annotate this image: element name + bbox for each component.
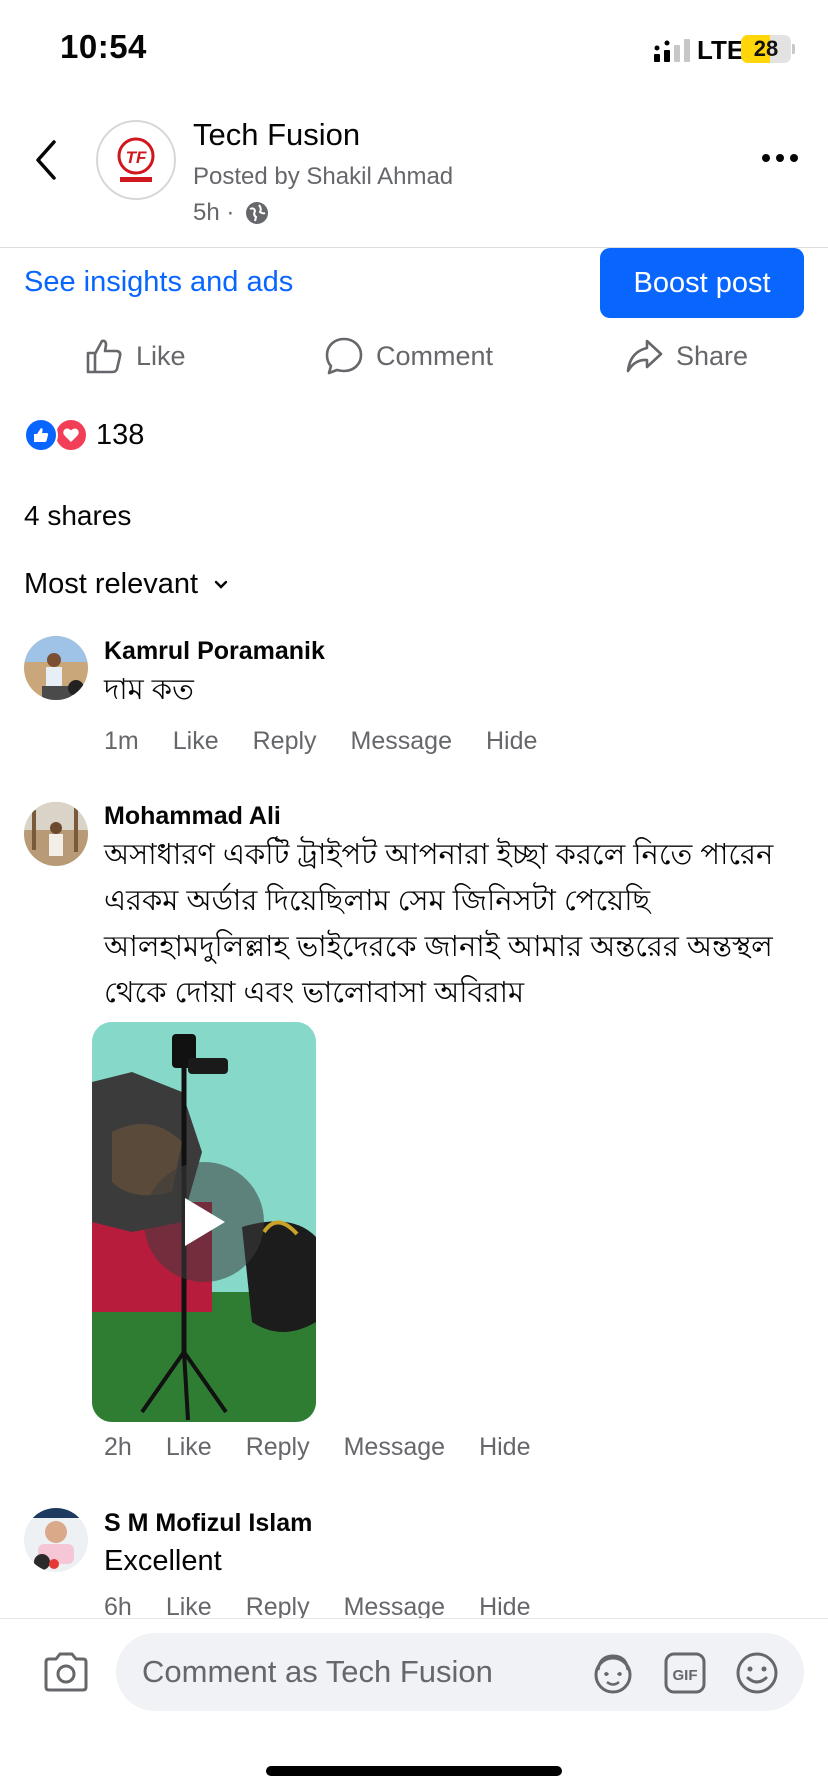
see-insights-link[interactable]: See insights and ads (24, 266, 293, 299)
avatar[interactable] (24, 1508, 88, 1572)
svg-text:TF: TF (126, 148, 147, 167)
sort-label: Most relevant (24, 568, 199, 600)
sort-dropdown[interactable]: Most relevant (24, 568, 228, 601)
comment-label: Comment (376, 340, 494, 371)
camera-icon[interactable] (42, 1650, 90, 1694)
globe-icon (246, 202, 268, 224)
comment-reply-button[interactable]: Reply (246, 1433, 310, 1462)
status-time: 10:54 (60, 28, 147, 65)
user-photo-icon (24, 802, 88, 866)
avatar[interactable] (24, 802, 88, 866)
thumbs-up-icon (86, 339, 122, 374)
share-label: Share (676, 340, 749, 371)
love-reaction-icon (54, 418, 88, 452)
comment-text: Excellent (104, 1545, 222, 1577)
like-button[interactable]: Like (84, 334, 186, 378)
more-icon[interactable] (760, 150, 800, 166)
battery-icon: 28 (741, 35, 791, 63)
avatar[interactable] (24, 636, 88, 700)
like-reaction-icon (24, 418, 58, 452)
comment-hide-button[interactable]: Hide (486, 727, 537, 756)
comment-icon (325, 337, 363, 375)
battery-level: 28 (753, 36, 779, 61)
like-label: Like (136, 340, 186, 371)
play-icon[interactable] (144, 1162, 264, 1282)
chevron-down-icon (214, 580, 228, 589)
tech-fusion-logo-icon: TF (117, 137, 155, 182)
shares-count[interactable]: 4 shares (24, 500, 131, 532)
emoji-icon[interactable] (734, 1650, 780, 1696)
avatar-sticker-icon[interactable] (590, 1650, 636, 1696)
comment-message-button[interactable]: Message (344, 1433, 445, 1462)
battery-nub (792, 44, 795, 54)
user-photo-icon (24, 636, 88, 700)
comment-reply-button[interactable]: Reply (253, 727, 317, 756)
comment-actions: 2h Like Reply Message Hide (104, 1433, 530, 1462)
commenter-name[interactable]: Kamrul Poramanik (104, 637, 325, 666)
comment-like-button[interactable]: Like (166, 1433, 212, 1462)
comment-text: দাম কত (104, 674, 194, 706)
comment-text: অসাধারণ একটি ট্রাইপট আপনারা ইচ্ছা করলে ন… (104, 839, 774, 1009)
comment-hide-button[interactable]: Hide (479, 1433, 530, 1462)
posted-by: Posted by Shakil Ahmad (193, 163, 454, 190)
home-indicator[interactable] (266, 1766, 562, 1776)
comment-like-button[interactable]: Like (173, 727, 219, 756)
back-icon[interactable] (30, 138, 64, 182)
commenter-name[interactable]: S M Mofizul Islam (104, 1509, 312, 1538)
post-time: 5h · (193, 199, 235, 226)
comment-time: 1m (104, 727, 139, 755)
comment-message-button[interactable]: Message (351, 727, 452, 756)
share-icon (626, 339, 663, 373)
boost-post-button[interactable]: Boost post (600, 248, 804, 318)
signal-icon (654, 39, 690, 62)
network-label: LTE (697, 35, 745, 65)
reaction-count: 138 (96, 418, 145, 451)
comment-video[interactable] (92, 1022, 316, 1422)
gif-icon[interactable]: GIF (662, 1650, 708, 1696)
reactions-summary[interactable]: 138 (24, 418, 144, 452)
comment-button[interactable]: Comment (324, 334, 493, 378)
comment-actions: 1m Like Reply Message Hide (104, 727, 537, 756)
share-button[interactable]: Share (624, 334, 748, 378)
page-avatar[interactable]: TF (96, 120, 176, 200)
comment-time: 2h (104, 1433, 132, 1461)
svg-text:GIF: GIF (673, 1667, 698, 1684)
user-photo-icon (24, 1508, 88, 1572)
page-name[interactable]: Tech Fusion (193, 117, 360, 153)
commenter-name[interactable]: Mohammad Ali (104, 802, 281, 831)
